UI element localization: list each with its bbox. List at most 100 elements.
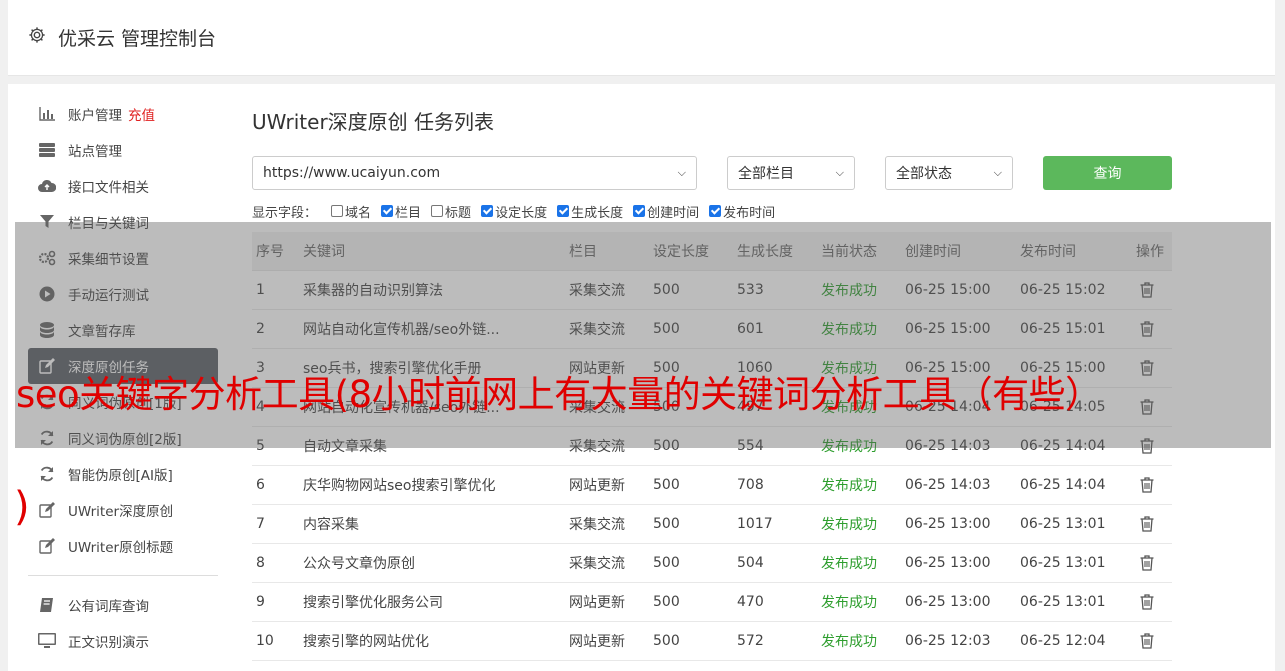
table-cell: 06-25 13:00 [901, 504, 1016, 544]
table-cell: 06-25 14:04 [1016, 465, 1132, 505]
sidebar-item[interactable]: 正文识别演示 [28, 623, 218, 659]
field-checkbox-label: 设定长度 [495, 205, 548, 221]
field-checkbox[interactable]: 设定长度 [481, 202, 547, 221]
table-row: 10 搜索引擎的网站优化 网站更新 500 572 发布成功 06-25 12:03 06-2… [252, 621, 1172, 661]
table-cell: 10 [252, 621, 299, 661]
sidebar-item[interactable]: UWriter深度原创 [28, 492, 218, 528]
column-select-value: 全部栏目 [738, 166, 794, 182]
table-cell: 500 [649, 621, 733, 661]
field-checkbox-label: 创建时间 [647, 205, 700, 221]
table-cell: 06-25 14:03 [901, 465, 1016, 505]
sidebar-item-label: UWriter深度原创 [68, 504, 174, 520]
field-checkbox[interactable]: 标题 [431, 202, 471, 221]
table-cell: 572 [733, 621, 817, 661]
cloud-upload-icon [38, 177, 56, 195]
sidebar-item-label: 接口文件相关 [68, 180, 149, 196]
table-cell: 9 [252, 582, 299, 622]
table-cell: 06-25 13:00 [901, 543, 1016, 583]
table-cell: 500 [649, 543, 733, 583]
checkbox-box[interactable] [481, 205, 494, 217]
field-checkbox[interactable]: 栏目 [381, 202, 421, 221]
sidebar-item-label: 智能伪原创[AI版] [68, 468, 173, 484]
action-cell [1132, 504, 1172, 544]
action-cell [1132, 582, 1172, 622]
table-row: 9 搜索引擎优化服务公司 网站更新 500 470 发布成功 06-25 13:00 06-2… [252, 582, 1172, 622]
table-cell: 504 [733, 543, 817, 583]
query-button[interactable]: 查询 [1043, 156, 1172, 190]
bar-chart-icon [38, 105, 56, 123]
edit-icon [38, 501, 56, 519]
checkbox-box[interactable] [557, 205, 570, 217]
sidebar-item-label: 账户管理 [68, 108, 122, 124]
server-icon [38, 141, 56, 159]
trash-icon[interactable] [1140, 515, 1154, 532]
table-cell: 500 [649, 504, 733, 544]
sidebar-item-label: 站点管理 [68, 144, 122, 160]
site-select[interactable]: https://www.ucaiyun.com ⌵ [252, 156, 697, 190]
sidebar-item[interactable]: 智能伪原创[AI版] [28, 456, 218, 492]
sidebar-item-label: 公有词库查询 [68, 599, 149, 615]
checkbox-box[interactable] [331, 205, 344, 217]
sidebar-item-label: 正文识别演示 [68, 635, 149, 651]
table-cell: 06-25 12:04 [1016, 621, 1132, 661]
field-checkbox-label: 栏目 [395, 205, 422, 221]
table-cell: 网站更新 [565, 582, 649, 622]
table-cell: 搜索引擎的网站优化 [299, 621, 565, 661]
table-cell: 6 [252, 465, 299, 505]
status-cell: 发布成功 [817, 543, 901, 583]
checkbox-box[interactable] [431, 205, 444, 217]
banner-paren: ) [14, 484, 30, 530]
sidebar-item[interactable]: 接口文件相关 [28, 168, 218, 204]
site-select-value: https://www.ucaiyun.com [263, 165, 441, 181]
page-title: UWriter深度原创 任务列表 [252, 110, 495, 134]
table-cell: 网站更新 [565, 621, 649, 661]
gear-icon [29, 27, 45, 43]
sidebar-item[interactable]: 站点管理 [28, 132, 218, 168]
sidebar-item[interactable]: 账户管理 充值 [28, 96, 218, 132]
table-cell: 06-25 13:01 [1016, 582, 1132, 622]
status-cell: 发布成功 [817, 504, 901, 544]
chevron-down-icon: ⌵ [835, 166, 844, 179]
sidebar-item[interactable]: 公有词库查询 [28, 587, 218, 623]
status-select[interactable]: 全部状态 ⌵ [885, 156, 1013, 190]
sidebar-item[interactable]: UWriter原创标题 [28, 528, 218, 564]
column-select[interactable]: 全部栏目 ⌵ [727, 156, 855, 190]
trash-icon[interactable] [1140, 593, 1154, 610]
checkbox-box[interactable] [381, 205, 394, 217]
field-checkbox[interactable]: 发布时间 [709, 202, 775, 221]
trash-icon[interactable] [1140, 632, 1154, 649]
book-icon [38, 596, 56, 614]
sidebar-divider [28, 575, 218, 576]
page: 优采云 管理控制台 账户管理 充值 站点管理 接口文件相关 栏目与关键词 采集细节设置 手动… [0, 0, 1285, 671]
table-cell: 8 [252, 543, 299, 583]
trash-icon[interactable] [1140, 476, 1154, 493]
edit-icon [38, 537, 56, 555]
table-cell: 采集交流 [565, 504, 649, 544]
field-checkbox-label: 域名 [345, 205, 372, 221]
checkbox-box[interactable] [633, 205, 646, 217]
table-cell: 搜索引擎优化服务公司 [299, 582, 565, 622]
checkbox-box[interactable] [709, 205, 722, 217]
status-cell: 发布成功 [817, 621, 901, 661]
field-checkbox[interactable]: 域名 [331, 202, 371, 221]
table-row: 7 内容采集 采集交流 500 1017 发布成功 06-25 13:00 06-25 13:… [252, 504, 1172, 544]
app-title: 优采云 管理控制台 [58, 28, 217, 50]
trash-icon[interactable] [1140, 554, 1154, 571]
table-cell: 内容采集 [299, 504, 565, 544]
field-checkbox[interactable]: 生成长度 [557, 202, 623, 221]
table-row: 6 庆华购物网站seo搜索引擎优化 网站更新 500 708 发布成功 06-25 14:0… [252, 465, 1172, 505]
banner-headline: seo关键字分析工具(8小时前网上有大量的关键词分析工具（有些） [16, 373, 1102, 416]
field-checkbox[interactable]: 创建时间 [633, 202, 699, 221]
table-cell: 500 [649, 582, 733, 622]
action-cell [1132, 621, 1172, 661]
table-cell: 06-25 13:00 [901, 582, 1016, 622]
display-fields-label: 显示字段： [252, 205, 318, 221]
status-select-value: 全部状态 [896, 166, 952, 182]
table-cell: 500 [649, 465, 733, 505]
field-checkbox-label: 发布时间 [723, 205, 776, 221]
status-cell: 发布成功 [817, 465, 901, 505]
table-cell: 06-25 12:03 [901, 621, 1016, 661]
table-cell: 采集交流 [565, 543, 649, 583]
recharge-link[interactable]: 充值 [128, 104, 155, 124]
table-cell: 708 [733, 465, 817, 505]
